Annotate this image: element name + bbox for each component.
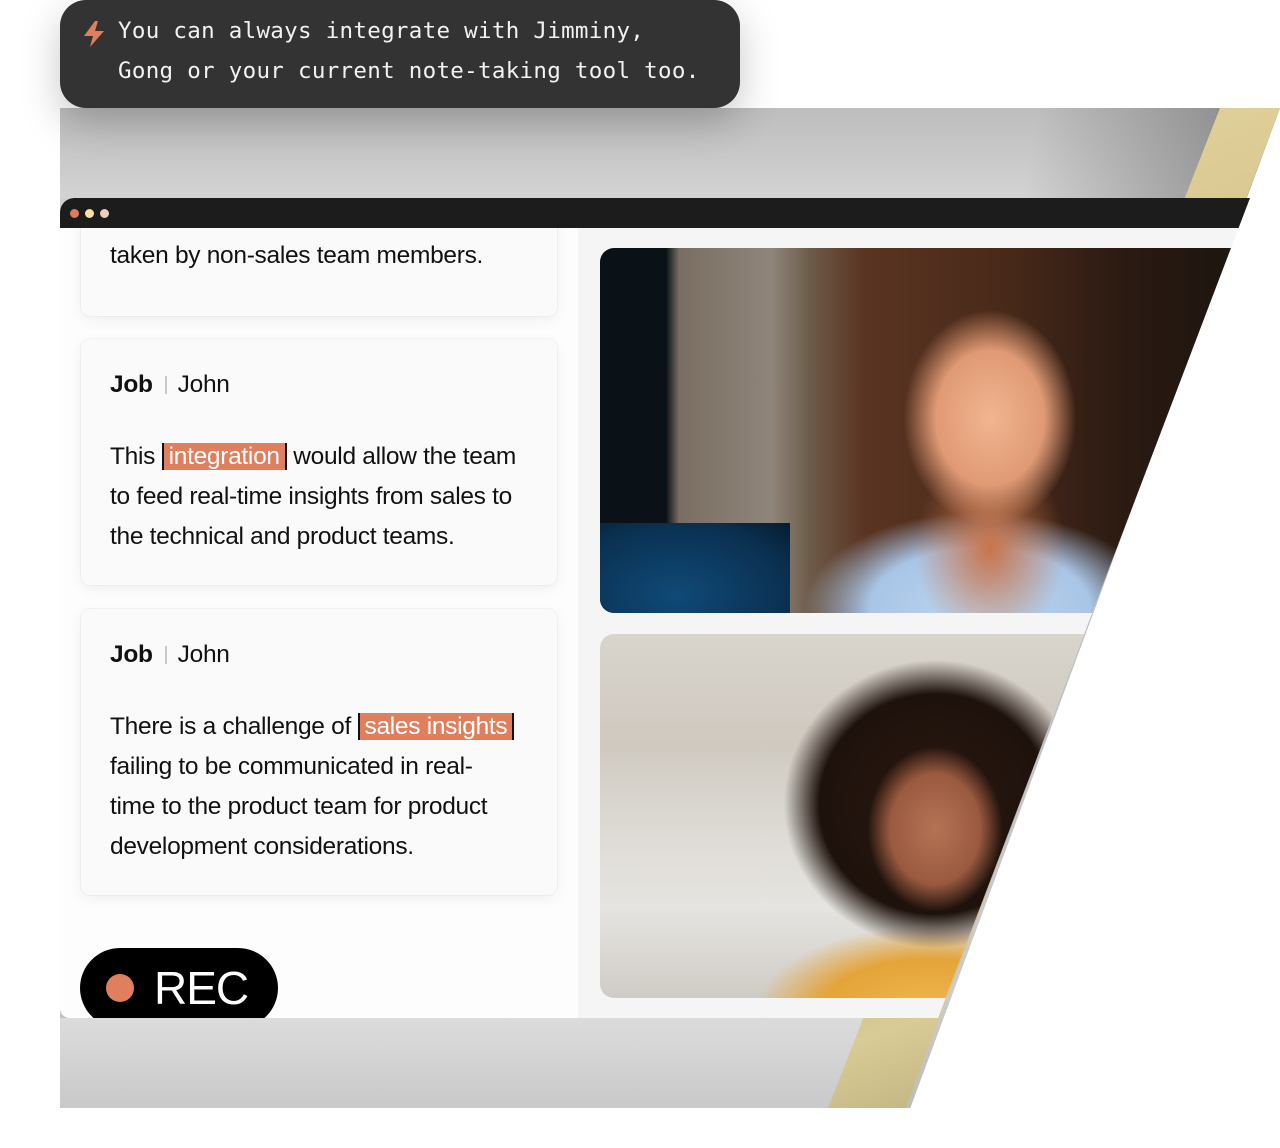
text-segment: This bbox=[110, 443, 156, 470]
integration-tip-banner: You can always integrate with Jimminy, G… bbox=[60, 0, 740, 108]
transcript-line: the technical and product teams. bbox=[110, 523, 455, 550]
background-sofa bbox=[600, 523, 790, 613]
speaker-header: Job John bbox=[110, 371, 230, 399]
transcript-text: use the tool relay insights from calls t… bbox=[110, 202, 537, 276]
speaker-name: John bbox=[177, 641, 230, 668]
participant-video-1[interactable] bbox=[600, 248, 1250, 613]
close-window-button[interactable] bbox=[70, 209, 79, 218]
transcript-card: Job John There is a challenge of sales i… bbox=[81, 609, 557, 895]
recording-indicator[interactable]: REC bbox=[80, 948, 278, 1018]
browser-window: use the tool relay insights from calls t… bbox=[60, 198, 1250, 1018]
divider bbox=[164, 646, 167, 664]
highlighted-keyword[interactable]: sales insights bbox=[357, 713, 515, 740]
window-titlebar bbox=[60, 198, 1250, 228]
minimize-window-button[interactable] bbox=[85, 209, 94, 218]
speaker-role: Job bbox=[110, 641, 153, 668]
recording-label: REC bbox=[154, 962, 249, 1014]
participant-video-2[interactable] bbox=[600, 634, 1250, 998]
transcript-text: There is a challenge of sales insights f… bbox=[110, 707, 537, 867]
highlighted-keyword[interactable]: integration bbox=[161, 443, 287, 470]
divider bbox=[164, 376, 167, 394]
maximize-window-button[interactable] bbox=[100, 209, 109, 218]
speaker-header: Job John bbox=[110, 641, 230, 669]
transcript-text: This integration would allow the team to… bbox=[110, 437, 537, 557]
text-segment: There is a challenge of bbox=[110, 713, 351, 740]
transcript-line: time to the product team for product bbox=[110, 793, 488, 820]
speaker-name: John bbox=[177, 371, 230, 398]
text-segment: would allow the team bbox=[293, 443, 517, 470]
transcript-panel[interactable]: use the tool relay insights from calls t… bbox=[60, 198, 579, 1018]
banner-text-line2: Gong or your current note-taking tool to… bbox=[118, 58, 700, 84]
video-panel bbox=[578, 228, 1250, 1018]
recording-dot-icon bbox=[106, 974, 134, 1002]
transcript-line: to feed real-time insights from sales to bbox=[110, 483, 512, 510]
transcript-card: Job John This integration would allow th… bbox=[81, 339, 557, 585]
lightning-bolt-icon bbox=[84, 21, 104, 47]
speaker-role: Job bbox=[110, 371, 153, 398]
transcript-line: failing to be communicated in real- bbox=[110, 753, 473, 780]
transcript-line: taken by non-sales team members. bbox=[110, 242, 484, 269]
banner-text-line1: You can always integrate with Jimminy, bbox=[118, 18, 645, 44]
transcript-line: development considerations. bbox=[110, 833, 414, 860]
